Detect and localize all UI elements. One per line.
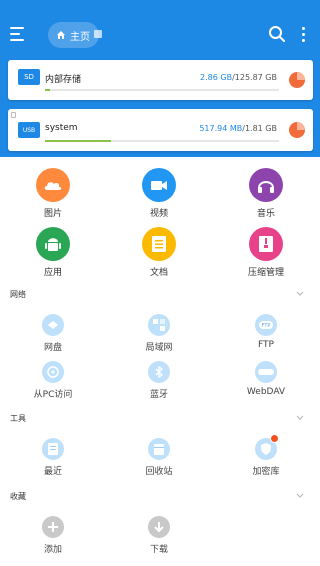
- search-icon[interactable]: [268, 25, 286, 43]
- storage-progress-fill: [45, 89, 51, 91]
- network-ftp[interactable]: FTP FTP: [226, 314, 306, 350]
- category-music[interactable]: 音乐: [226, 168, 306, 219]
- section-title-tools: 工具: [10, 414, 26, 423]
- usb-icon: USB: [18, 122, 40, 138]
- category-video[interactable]: 视频: [119, 168, 199, 219]
- chevron-down-icon[interactable]: [296, 291, 304, 297]
- svg-text:FTP: FTP: [262, 323, 271, 329]
- bluetooth-icon: [148, 361, 170, 383]
- network-cloud-drive[interactable]: 网盘: [13, 314, 93, 353]
- header-bar: 主页 SD 内部存储 2.86 GB/125.87 GB USB system …: [0, 0, 320, 157]
- tool-recent[interactable]: 最近: [13, 438, 93, 477]
- storage-name: 内部存储: [45, 75, 82, 85]
- home-icon: [57, 31, 65, 39]
- section-title-network: 网络: [10, 290, 26, 299]
- category-pictures[interactable]: 图片: [13, 168, 93, 219]
- tool-vault[interactable]: 加密库: [226, 434, 306, 477]
- vault-icon: [255, 434, 279, 460]
- android-icon: [36, 227, 70, 261]
- chevron-down-icon[interactable]: [296, 415, 304, 421]
- network-pc-access[interactable]: 从PC访问: [13, 361, 93, 400]
- storage-card-internal[interactable]: SD 内部存储 2.86 GB/125.87 GB: [8, 60, 313, 100]
- download-icon: [148, 516, 170, 538]
- storage-size: 517.94 MB/1.81 GB: [199, 124, 277, 133]
- cloud-drive-icon: [42, 314, 64, 336]
- recycle-bin-icon: [148, 438, 170, 460]
- add-icon: [42, 516, 64, 538]
- more-options-icon[interactable]: [298, 26, 308, 42]
- webdav-icon: [255, 361, 277, 383]
- storage-pie-icon[interactable]: [289, 72, 305, 88]
- lock-icon: [11, 112, 16, 118]
- favorite-add[interactable]: 添加: [13, 516, 93, 555]
- chevron-down-icon[interactable]: [296, 493, 304, 499]
- pc-access-icon: [42, 361, 64, 383]
- category-archive[interactable]: 压缩管理: [226, 227, 306, 278]
- section-title-favorites: 收藏: [10, 492, 26, 501]
- headphones-icon: [249, 168, 283, 202]
- home-breadcrumb[interactable]: 主页: [48, 22, 99, 48]
- recent-icon: [42, 438, 64, 460]
- storage-progress-bar: [45, 140, 279, 142]
- favorite-download[interactable]: 下载: [119, 516, 199, 555]
- folder-icon: [94, 30, 102, 38]
- new-badge: [270, 434, 279, 443]
- category-apps[interactable]: 应用: [13, 227, 93, 278]
- storage-progress-bar: [45, 89, 279, 91]
- network-webdav[interactable]: WebDAV: [226, 361, 306, 397]
- video-icon: [142, 168, 176, 202]
- network-lan[interactable]: 局域网: [119, 314, 199, 353]
- tool-recycle-bin[interactable]: 回收站: [119, 438, 199, 477]
- network-bluetooth[interactable]: 蓝牙: [119, 361, 199, 400]
- storage-name: system: [45, 123, 78, 133]
- ftp-icon: FTP: [255, 314, 277, 336]
- category-documents[interactable]: 文档: [119, 227, 199, 278]
- picture-icon: [36, 168, 70, 202]
- home-label: 主页: [70, 31, 90, 43]
- storage-progress-fill: [45, 140, 111, 142]
- archive-icon: [249, 227, 283, 261]
- sd-card-icon: SD: [18, 69, 40, 85]
- storage-pie-icon[interactable]: [289, 122, 305, 138]
- storage-size: 2.86 GB/125.87 GB: [200, 73, 277, 82]
- lan-icon: [148, 314, 170, 336]
- top-toolbar: 主页: [0, 18, 320, 52]
- storage-card-system[interactable]: USB system 517.94 MB/1.81 GB: [8, 109, 313, 151]
- document-icon: [142, 227, 176, 261]
- menu-icon[interactable]: [10, 27, 28, 41]
